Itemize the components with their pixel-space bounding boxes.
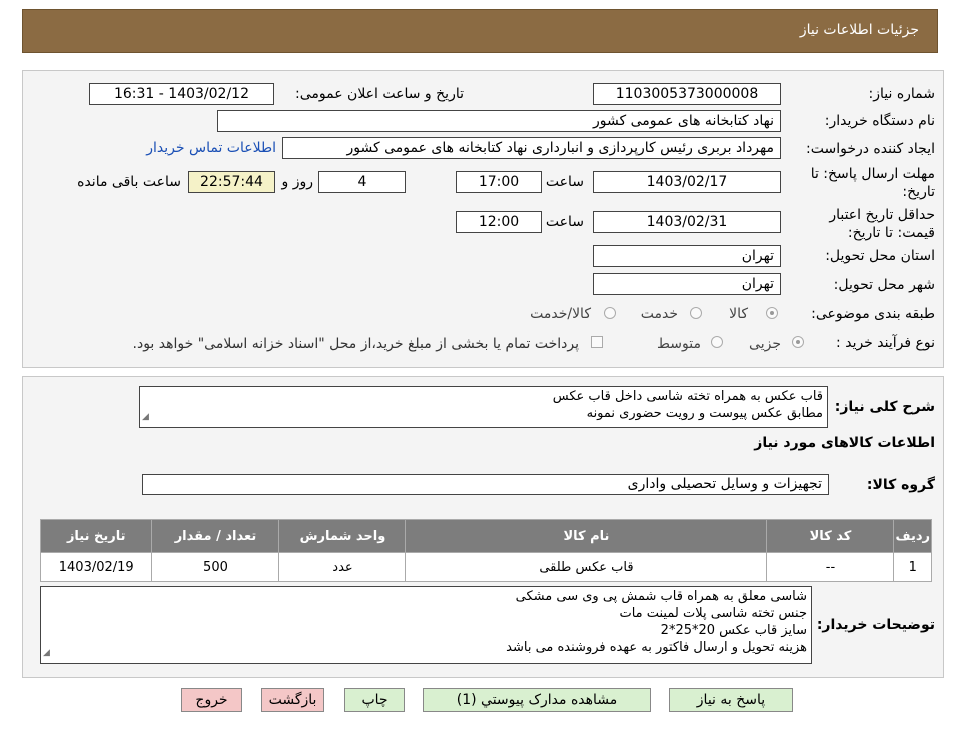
buyer-org-label: نام دستگاه خریدار: [824,113,935,129]
cell-need-date: 1403/02/19 [39,552,153,582]
buyer-note-line-4: هزینه تحویل و ارسال فاکتور به عهده فروشن… [506,640,807,655]
treasury-payment-checkbox[interactable] [591,336,603,348]
page-title: جزئیات اطلاعات نیاز [799,22,919,38]
resize-grip-icon[interactable]: ◢ [142,409,149,426]
buyer-org-field: نهاد کتابخانه های عمومی کشور [217,110,781,132]
remaining-time-label: ساعت باقی مانده [77,174,181,190]
validity-date-field: 1403/02/31 [593,211,781,233]
description-textarea[interactable]: قاب عکس به همراه تخته شاسی داخل قاب عکس … [139,386,828,428]
description-line-1: قاب عکس به همراه تخته شاسی داخل قاب عکس [552,389,823,404]
items-table-header: ردیف کد کالا نام کالا واحد شمارش تعداد /… [39,519,932,553]
category-radio-goods-service[interactable] [604,307,616,319]
buyer-notes-label: توضیحات خریدار: [816,617,935,633]
col-quantity: تعداد / مقدار [151,519,280,553]
city-label: شهر محل تحویل: [833,277,935,293]
remaining-time-field: 22:57:44 [188,171,275,193]
buyer-note-line-1: شاسی معلق به همراه قاب شمش پی وی سی مشکی [515,589,807,604]
buyer-note-line-3: سایز قاب عکس 20*25*2 [660,623,807,638]
creator-field: مهرداد بربری رئیس کارپردازی و انبارداری … [282,137,781,159]
process-option-minor: جزیی [749,336,781,352]
print-button[interactable]: چاپ [344,688,405,712]
back-button[interactable]: بازگشت [261,688,324,712]
need-number-field: 1103005373000008 [593,83,781,105]
resize-grip-icon[interactable]: ◢ [43,645,50,662]
table-row: 1 -- قاب عکس طلقی عدد 500 1403/02/19 [39,552,932,582]
need-number-label: شماره نیاز: [868,86,936,102]
province-label: استان محل تحویل: [825,248,935,264]
col-need-date: تاریخ نیاز [39,519,153,553]
days-remaining-field: 4 [318,171,406,193]
col-row: ردیف [893,519,932,553]
reply-time-field: 17:00 [456,171,542,193]
category-option-goods: کالا [729,306,748,322]
province-field: تهران [593,245,781,267]
days-label: روز و [281,174,314,190]
category-radio-goods[interactable] [766,307,778,319]
reply-deadline-label-line1: مهلت ارسال پاسخ: تا [810,166,935,182]
validity-time-field: 12:00 [456,211,542,233]
validity-label-line1: حداقل تاریخ اعتبار [829,207,935,223]
reply-time-label: ساعت [545,174,584,190]
announce-datetime-field: 1403/02/12 - 16:31 [89,83,274,105]
creator-label: ایجاد کننده درخواست: [806,141,935,157]
process-radio-minor[interactable] [792,336,804,348]
process-label: نوع فرآیند خرید : [836,335,935,351]
validity-time-label: ساعت [545,214,584,230]
buyer-note-line-2: جنس تخته شاسی پلات لمینت مات [619,606,807,621]
reply-deadline-label: مهلت ارسال پاسخ: تا تاریخ: [811,165,935,201]
category-label: طبقه بندی موضوعی: [811,306,935,322]
city-field: تهران [593,273,781,295]
items-table: ردیف کد کالا نام کالا واحد شمارش تعداد /… [39,519,932,582]
category-option-service: خدمت [640,306,678,322]
cell-quantity: 500 [151,552,280,582]
cell-row: 1 [893,552,932,582]
col-unit: واحد شمارش [278,519,407,553]
cell-code: -- [766,552,895,582]
goods-group-label: گروه کالا: [866,477,935,493]
process-option-medium: متوسط [657,336,701,352]
category-option-goods-service: کالا/خدمت [530,306,591,322]
validity-label-line2: قیمت: تا تاریخ: [847,225,935,241]
exit-button[interactable]: خروج [181,688,242,712]
cell-unit: عدد [278,552,407,582]
category-radio-service[interactable] [690,307,702,319]
view-attachments-button[interactable]: مشاهده مدارک پیوستي (1) [423,688,651,712]
announce-label: تاریخ و ساعت اعلان عمومی: [295,86,464,102]
goods-group-field: تجهیزات و وسایل تحصیلی واداری [142,474,829,495]
description-label: شرح کلی نیاز: [834,399,935,415]
description-line-2: مطابق عکس پیوست و رویت حضوری نمونه [586,406,823,421]
validity-label: حداقل تاریخ اعتبار قیمت: تا تاریخ: [829,206,935,242]
treasury-payment-note: پرداخت تمام یا بخشی از مبلغ خرید،از محل … [132,336,579,352]
page-header: جزئیات اطلاعات نیاز [22,9,938,53]
process-radio-medium[interactable] [711,336,723,348]
buyer-notes-textarea[interactable]: شاسی معلق به همراه قاب شمش پی وی سی مشکی… [40,586,812,664]
buyer-contact-link[interactable]: اطلاعات تماس خریدار [146,140,276,156]
reply-button[interactable]: پاسخ به نیاز [669,688,793,712]
reply-deadline-label-line2: تاریخ: [902,184,935,200]
col-code: کد کالا [766,519,895,553]
cell-name: قاب عکس طلقی [405,552,768,582]
col-name: نام کالا [405,519,768,553]
reply-date-field: 1403/02/17 [593,171,781,193]
goods-section-title: اطلاعات کالاهای مورد نیاز [754,435,935,451]
